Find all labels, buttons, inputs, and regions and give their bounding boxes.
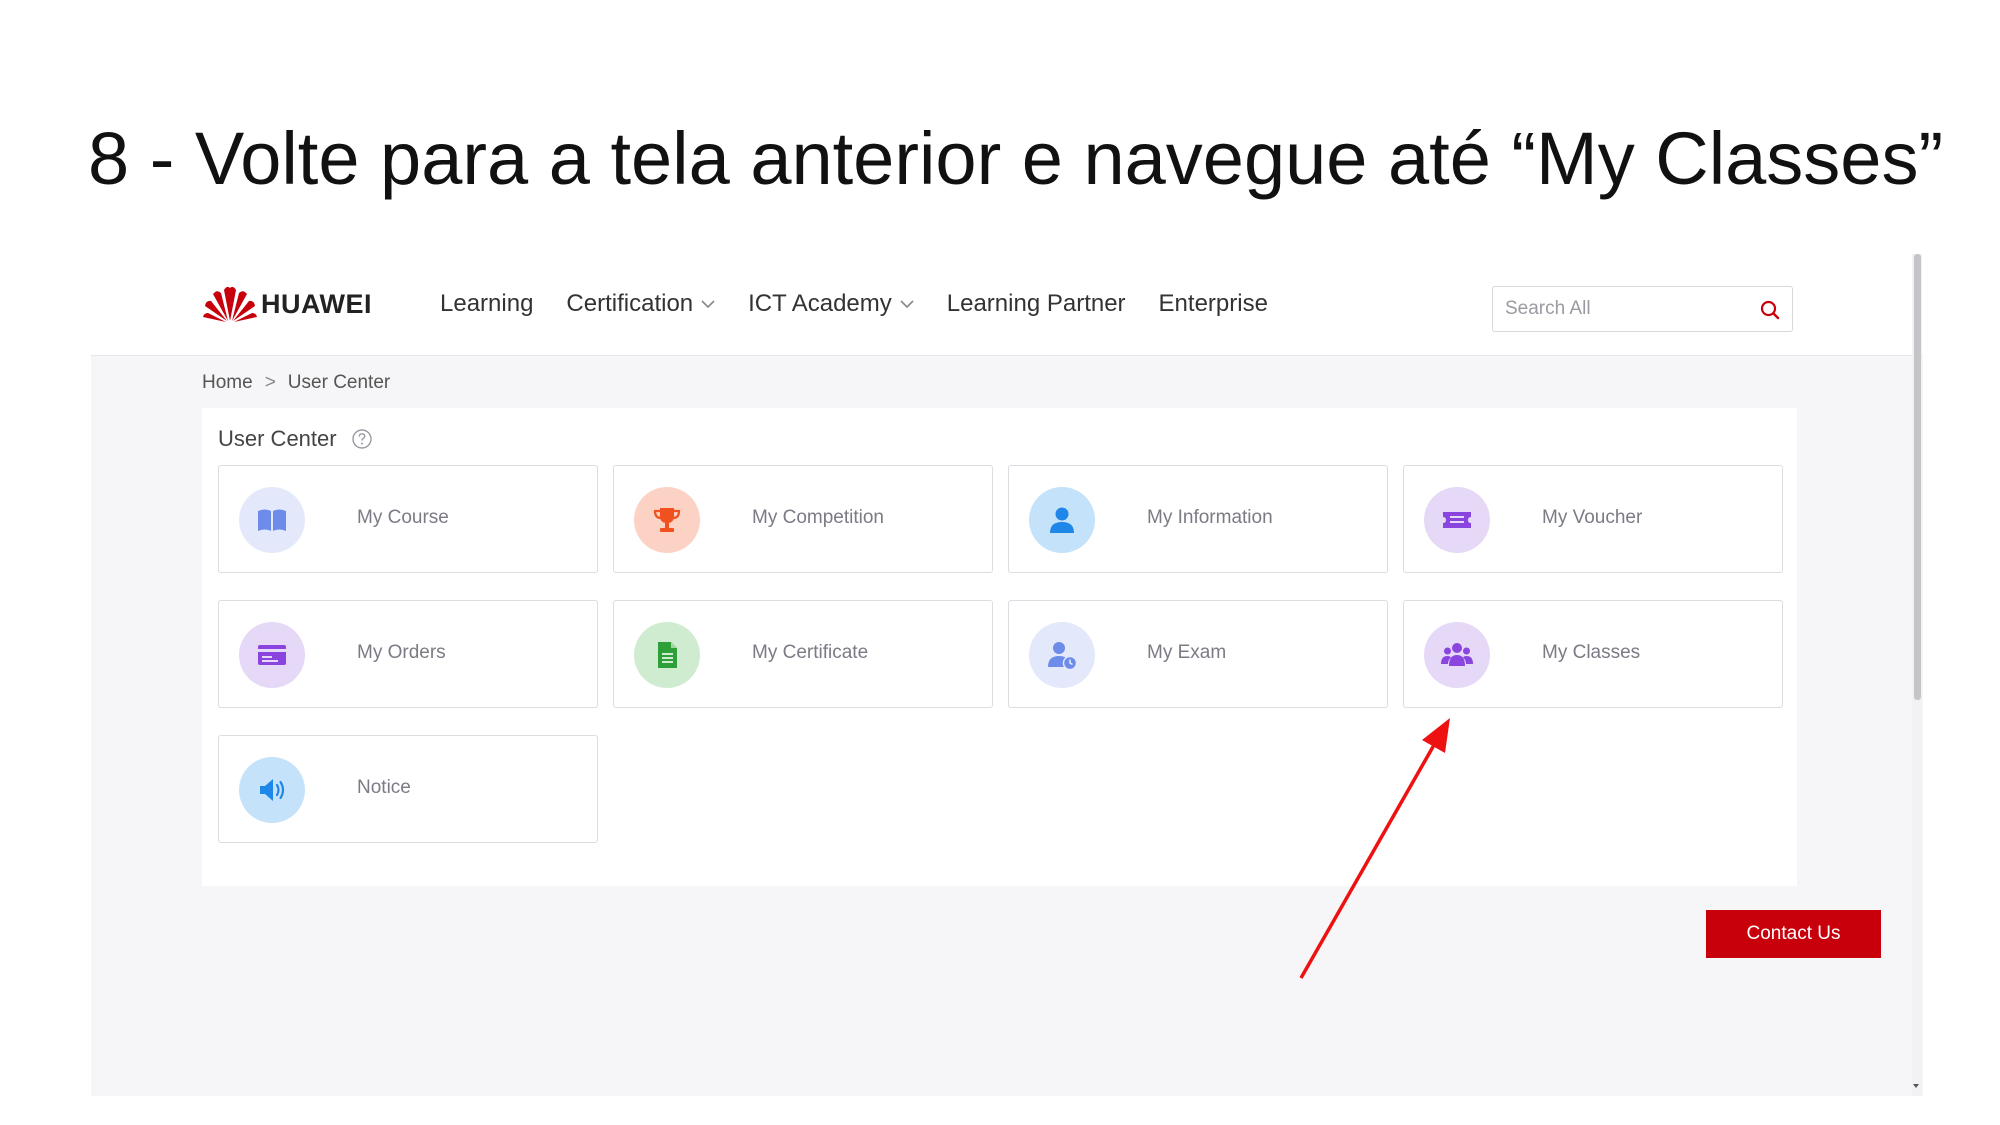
top-navigation-bar: HUAWEI Learning Certification ICT Academ…: [91, 254, 1923, 356]
card-icon-bg: [239, 487, 305, 553]
ticket-icon: [1443, 512, 1471, 528]
card-icon-bg: [1029, 487, 1095, 553]
browser-screenshot: HUAWEI Learning Certification ICT Academ…: [91, 254, 1923, 1096]
card-icon-bg: [239, 757, 305, 823]
breadcrumb-separator: >: [264, 372, 276, 393]
nav-enterprise-label: Enterprise: [1158, 290, 1268, 317]
card-label: My Information: [1147, 507, 1273, 528]
trophy-icon: [653, 508, 681, 532]
card-label: My Voucher: [1542, 507, 1643, 528]
nav-enterprise[interactable]: Enterprise: [1159, 290, 1268, 318]
card-label: Notice: [357, 777, 411, 798]
card-label: My Exam: [1147, 642, 1227, 663]
nav-learning-partner[interactable]: Learning Partner: [947, 290, 1126, 318]
help-icon[interactable]: [351, 428, 373, 450]
user-icon: [1050, 507, 1074, 533]
document-icon: [658, 642, 677, 668]
card-notice[interactable]: Notice: [218, 735, 598, 843]
breadcrumb-home[interactable]: Home: [202, 372, 253, 394]
main-nav: Learning Certification ICT Academy Learn…: [440, 290, 1301, 318]
card-my-competition[interactable]: My Competition: [613, 465, 993, 573]
card-my-exam[interactable]: My Exam: [1008, 600, 1388, 708]
scrollbar-thumb[interactable]: [1914, 254, 1921, 700]
nav-ict-academy[interactable]: ICT Academy: [748, 290, 914, 318]
card-label: My Certificate: [752, 642, 869, 663]
card-icon: [258, 645, 286, 665]
contact-us-button[interactable]: Contact Us: [1706, 910, 1881, 958]
card-my-orders[interactable]: My Orders: [218, 600, 598, 708]
card-icon-bg: [1029, 622, 1095, 688]
search-icon[interactable]: [1758, 298, 1782, 322]
nav-learning-partner-label: Learning Partner: [946, 290, 1126, 317]
card-icon-bg: [1424, 487, 1490, 553]
nav-certification-label: Certification: [566, 290, 694, 317]
search-box: [1492, 286, 1793, 332]
user-center-title: User Center: [218, 426, 337, 451]
card-label: My Orders: [357, 642, 446, 663]
logo-text: HUAWEI: [261, 288, 372, 319]
card-my-voucher[interactable]: My Voucher: [1403, 465, 1783, 573]
user-center-panel: User Center My Course My Competition My …: [202, 408, 1797, 886]
huawei-logo[interactable]: HUAWEI: [203, 284, 372, 324]
breadcrumb-current: User Center: [287, 372, 391, 393]
nav-certification[interactable]: Certification: [566, 290, 715, 318]
nav-learning-label: Learning: [440, 290, 534, 317]
book-icon: [258, 509, 286, 531]
card-icon-bg: [634, 622, 700, 688]
card-label: My Competition: [752, 507, 884, 528]
nav-ict-academy-label: ICT Academy: [748, 290, 892, 317]
search-input[interactable]: [1505, 296, 1745, 322]
group-icon: [1441, 643, 1473, 666]
card-icon-bg: [634, 487, 700, 553]
scroll-down-arrow-icon[interactable]: [1911, 1082, 1921, 1090]
card-my-course[interactable]: My Course: [218, 465, 598, 573]
slide-title: 8 - Volte para a tela anterior e navegue…: [88, 117, 1944, 200]
breadcrumb: Home > User Center: [202, 372, 390, 394]
card-my-classes[interactable]: My Classes: [1403, 600, 1783, 708]
nav-learning[interactable]: Learning: [440, 290, 533, 318]
card-my-certificate[interactable]: My Certificate: [613, 600, 993, 708]
card-icon-bg: [239, 622, 305, 688]
card-label: My Course: [357, 507, 449, 528]
chevron-down-icon: [701, 300, 715, 309]
card-my-information[interactable]: My Information: [1008, 465, 1388, 573]
panel-title: User Center: [218, 426, 373, 452]
speaker-icon: [260, 779, 285, 801]
card-label: My Classes: [1542, 642, 1641, 663]
huawei-flower-icon: [203, 286, 257, 322]
chevron-down-icon: [900, 300, 914, 309]
user-clock-icon: [1048, 642, 1078, 671]
card-icon-bg: [1424, 622, 1490, 688]
